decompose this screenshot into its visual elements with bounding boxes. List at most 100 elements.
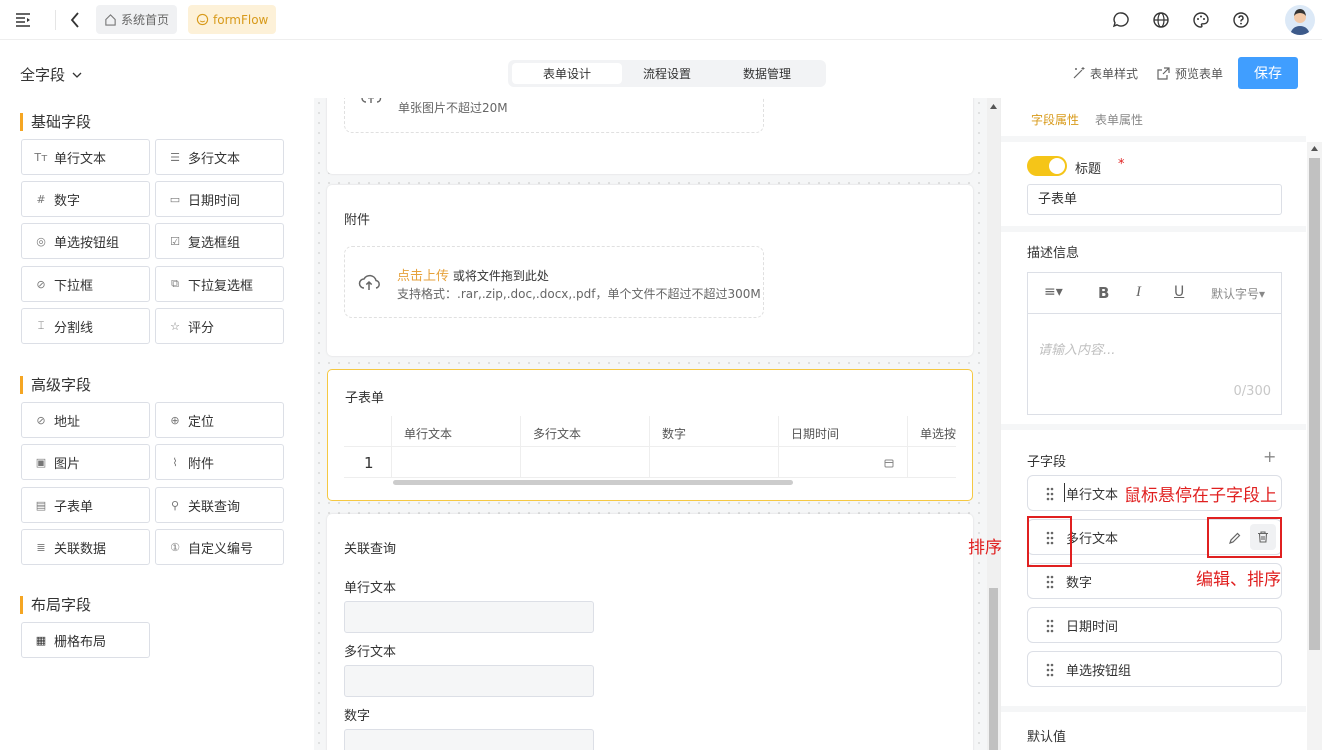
- menu-toggle-icon[interactable]: [14, 11, 32, 29]
- image-field-card[interactable]: 单张图片不超过20M: [327, 98, 973, 174]
- canvas-scrollbar[interactable]: [987, 98, 1000, 750]
- avatar[interactable]: [1285, 5, 1315, 35]
- field-location[interactable]: ⊕ 定位: [155, 402, 284, 438]
- lookup-field-label: 数字: [344, 709, 371, 724]
- scroll-up-icon[interactable]: [1311, 146, 1318, 151]
- field-datetime[interactable]: ▭ 日期时间: [155, 181, 284, 217]
- drag-handle-icon[interactable]: [1046, 487, 1054, 501]
- app-tag[interactable]: formFlow: [188, 5, 277, 34]
- app-tag-label: formFlow: [213, 12, 269, 27]
- properties-scrollbar[interactable]: [1307, 142, 1322, 750]
- field-image[interactable]: ▣ 图片: [21, 444, 150, 480]
- subfield-label: 多行文本: [1066, 531, 1119, 547]
- field-filter-select[interactable]: 全字段: [20, 64, 82, 85]
- field-label: 子表单: [54, 499, 94, 515]
- subfield-item[interactable]: 日期时间: [1027, 607, 1282, 643]
- subfield-item[interactable]: 单选按钮组: [1027, 651, 1282, 687]
- title-input[interactable]: 子表单: [1027, 184, 1282, 215]
- palette-icon[interactable]: [1191, 10, 1211, 30]
- back-icon[interactable]: [66, 10, 84, 30]
- field-select[interactable]: ⊘ 下拉框: [21, 266, 150, 302]
- magic-wand-icon: [1071, 66, 1087, 80]
- required-mark: *: [1118, 157, 1125, 172]
- field-lookup[interactable]: ⚲ 关联查询: [155, 487, 284, 523]
- field-multi-line[interactable]: ☰ 多行文本: [155, 139, 284, 175]
- attachment-field-card[interactable]: 附件 点击上传 或将文件拖到此处 支持格式：.rar,.zip,.doc,.do…: [327, 185, 973, 356]
- italic-icon[interactable]: I: [1136, 284, 1141, 301]
- field-attachment[interactable]: ⌇ 附件: [155, 444, 284, 480]
- message-icon[interactable]: [1111, 10, 1131, 30]
- database-icon: ≣: [36, 540, 46, 554]
- table-row: 1: [344, 447, 956, 478]
- row-number: 1: [364, 454, 374, 472]
- field-divider[interactable]: ⌶ 分割线: [21, 308, 150, 344]
- field-multi-select[interactable]: ⧉ 下拉复选框: [155, 266, 284, 302]
- star-icon: ☆: [170, 319, 180, 333]
- add-subfield-button[interactable]: +: [1263, 447, 1276, 466]
- field-grid-layout[interactable]: ▦ 栅格布局: [21, 622, 150, 658]
- radio-icon: ◎: [36, 234, 46, 248]
- attachment-upload-area[interactable]: 点击上传 或将文件拖到此处 支持格式：.rar,.zip,.doc,.docx,…: [344, 246, 764, 318]
- upload-link[interactable]: 点击上传: [397, 269, 449, 284]
- scroll-up-icon[interactable]: [990, 104, 997, 109]
- field-number[interactable]: # 数字: [21, 181, 150, 217]
- layout-fields-title: 布局字段: [20, 596, 91, 614]
- description-placeholder[interactable]: 请输入内容...: [1038, 339, 1115, 358]
- annotation-edit-sort: 编辑、排序: [1196, 570, 1281, 590]
- field-custom-number[interactable]: ① 自定义编号: [155, 529, 284, 565]
- field-address[interactable]: ⊘ 地址: [21, 402, 150, 438]
- canvas-scrollbar-thumb[interactable]: [989, 588, 998, 750]
- default-value-label: 默认值: [1027, 730, 1067, 745]
- field-label: 图片: [54, 456, 81, 472]
- underline-icon[interactable]: U: [1174, 284, 1184, 300]
- properties-scrollbar-thumb[interactable]: [1309, 158, 1320, 650]
- field-label: 多行文本: [188, 151, 241, 167]
- top-bar: 系统首页 formFlow: [0, 0, 1322, 40]
- cloud-upload-icon: [361, 98, 382, 103]
- tab-data-management[interactable]: 数据管理: [716, 63, 818, 84]
- title-visible-toggle[interactable]: [1027, 156, 1067, 176]
- tab-flow-settings[interactable]: 流程设置: [616, 63, 718, 84]
- preview-form-link[interactable]: 预览表单: [1175, 65, 1223, 82]
- field-label: 关联数据: [54, 541, 107, 557]
- font-size-select[interactable]: 默认字号▾: [1211, 285, 1265, 302]
- subform-header-row: 单行文本 多行文本 数字 日期时间 单选按: [344, 416, 956, 478]
- calendar-icon: ▭: [169, 192, 181, 206]
- subform-table: 单行文本 多行文本 数字 日期时间 单选按 1: [344, 416, 956, 478]
- default-value-section: 默认值: [1001, 706, 1306, 750]
- annotation-sort: 排序: [968, 538, 1002, 558]
- upload-formats-hint: 支持格式：.rar,.zip,.doc,.docx,.pdf，单个文件不超过不超…: [397, 287, 761, 301]
- image-upload-area[interactable]: 单张图片不超过20M: [344, 98, 764, 133]
- lookup-field-input[interactable]: [344, 665, 594, 697]
- drag-handle-icon[interactable]: [1046, 575, 1054, 589]
- home-tag-label: 系统首页: [121, 13, 170, 27]
- help-icon[interactable]: [1231, 10, 1251, 30]
- lookup-field-card[interactable]: 关联查询 单行文本 多行文本 数字: [327, 514, 973, 750]
- save-button[interactable]: 保存: [1238, 57, 1298, 89]
- align-icon[interactable]: ≡▾: [1044, 284, 1063, 300]
- field-label: 自定义编号: [188, 541, 254, 557]
- bold-icon[interactable]: B: [1098, 284, 1109, 302]
- field-related-data[interactable]: ≣ 关联数据: [21, 529, 150, 565]
- field-subform[interactable]: ▤ 子表单: [21, 487, 150, 523]
- drag-handle-icon[interactable]: [1046, 619, 1054, 633]
- field-label: 单行文本: [54, 151, 107, 167]
- tab-field-properties[interactable]: 字段属性: [1031, 111, 1079, 128]
- tab-form-design[interactable]: 表单设计: [512, 63, 622, 84]
- subform-field-card[interactable]: 子表单 单行文本 多行文本 数字 日期时间 单选按 1: [327, 369, 973, 501]
- globe-icon[interactable]: [1151, 10, 1171, 30]
- subform-horizontal-scrollbar[interactable]: [393, 480, 793, 485]
- lookup-field-input[interactable]: [344, 729, 594, 750]
- home-tag[interactable]: 系统首页: [96, 5, 178, 34]
- tab-form-properties[interactable]: 表单属性: [1095, 111, 1143, 128]
- cloud-upload-icon: [358, 274, 380, 290]
- field-radio-group[interactable]: ◎ 单选按钮组: [21, 223, 150, 259]
- field-single-line[interactable]: Tт 单行文本: [21, 139, 150, 175]
- lookup-field-input[interactable]: [344, 601, 594, 633]
- field-checkbox-group[interactable]: ☑ 复选框组: [155, 223, 284, 259]
- drag-handle-icon[interactable]: [1046, 663, 1054, 677]
- copy-icon: ⧉: [171, 277, 179, 290]
- field-rating[interactable]: ☆ 评分: [155, 308, 284, 344]
- form-style-link[interactable]: 表单样式: [1090, 65, 1138, 82]
- field-label: 日期时间: [188, 193, 241, 209]
